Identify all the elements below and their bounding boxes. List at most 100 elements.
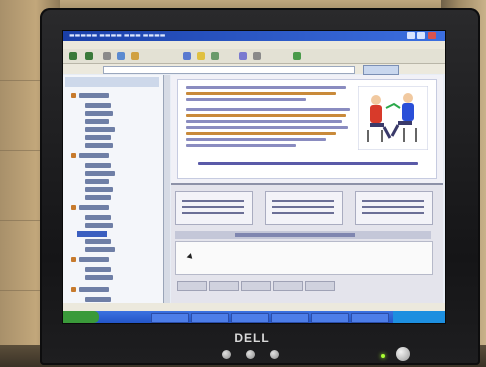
text-line <box>182 212 244 214</box>
text-line <box>182 206 244 208</box>
tree-item[interactable] <box>85 135 111 140</box>
favorites-icon[interactable] <box>197 52 205 60</box>
monitor-button[interactable] <box>222 350 231 359</box>
tree-item[interactable] <box>85 143 113 148</box>
address-bar <box>63 64 445 75</box>
tree-item[interactable] <box>85 195 111 200</box>
taskbar-item[interactable] <box>191 313 229 323</box>
nav-button[interactable] <box>241 281 271 291</box>
taskbar-item[interactable] <box>151 313 189 323</box>
power-led <box>381 354 385 358</box>
cursor-icon <box>186 253 195 261</box>
tree-item[interactable] <box>85 111 113 116</box>
menu-bar[interactable] <box>63 41 445 49</box>
minimize-icon[interactable] <box>407 32 415 39</box>
answer-box[interactable] <box>265 191 343 225</box>
tree-item[interactable] <box>85 247 115 252</box>
answer-box[interactable] <box>355 191 433 225</box>
text-line <box>186 120 342 123</box>
browser-title-bar: ▬▬▬▬▬ ▬▬▬▬ ▬▬▬ ▬▬▬▬ <box>63 31 445 41</box>
text-line <box>362 200 424 202</box>
text-line <box>186 126 348 129</box>
go-button[interactable] <box>363 65 399 75</box>
tree-item[interactable] <box>85 223 113 228</box>
sidebar-header <box>65 77 159 87</box>
folder-icon[interactable] <box>71 287 76 292</box>
tree-item[interactable] <box>79 93 109 98</box>
tree-item[interactable] <box>85 239 111 244</box>
exercise-panel <box>171 183 443 313</box>
tree-item[interactable] <box>79 153 109 158</box>
tree-item[interactable] <box>85 267 111 272</box>
folder-icon[interactable] <box>71 205 76 210</box>
tree-item[interactable] <box>85 297 111 302</box>
nav-button[interactable] <box>209 281 239 291</box>
work-area[interactable] <box>175 241 433 275</box>
taskbar-item[interactable] <box>271 313 309 323</box>
tree-item[interactable] <box>85 163 111 168</box>
forward-icon[interactable] <box>85 52 93 60</box>
tree-item[interactable] <box>85 215 111 220</box>
text-line <box>272 206 334 208</box>
print-icon[interactable] <box>253 52 261 60</box>
nav-button[interactable] <box>177 281 207 291</box>
browser-toolbar <box>63 49 445 64</box>
taskbar <box>63 311 445 323</box>
taskbar-item[interactable] <box>231 313 269 323</box>
tree-item[interactable] <box>85 275 113 280</box>
tree-item[interactable] <box>79 287 109 292</box>
folder-icon[interactable] <box>71 153 76 158</box>
address-input[interactable] <box>103 66 355 74</box>
lesson-panel <box>177 79 437 179</box>
monitor-button[interactable] <box>246 350 255 359</box>
status-bar <box>63 303 445 311</box>
answer-box[interactable] <box>175 191 253 225</box>
stop-icon[interactable] <box>103 52 111 60</box>
power-button-icon[interactable] <box>396 347 410 361</box>
text-line <box>362 212 424 214</box>
back-icon[interactable] <box>69 52 77 60</box>
text-line <box>186 98 306 101</box>
instruction-text <box>235 233 355 237</box>
text-line <box>186 86 346 89</box>
tree-item[interactable] <box>85 103 111 108</box>
search-icon[interactable] <box>183 52 191 60</box>
text-line <box>272 200 334 202</box>
taskbar-item[interactable] <box>311 313 349 323</box>
tree-item-selected[interactable] <box>77 231 107 237</box>
home-icon[interactable] <box>131 52 139 60</box>
tree-item[interactable] <box>85 179 109 184</box>
start-button[interactable] <box>63 311 99 323</box>
monitor-button[interactable] <box>270 350 279 359</box>
taskbar-item[interactable] <box>351 313 389 323</box>
instruction-bar <box>175 231 431 239</box>
text-line <box>272 212 334 214</box>
folder-icon[interactable] <box>71 257 76 262</box>
text-line <box>362 206 424 208</box>
sidebar-scrollbar[interactable] <box>164 75 170 311</box>
text-line <box>186 92 336 95</box>
tree-item[interactable] <box>85 119 109 124</box>
mail-icon[interactable] <box>239 52 247 60</box>
history-icon[interactable] <box>211 52 219 60</box>
text-line <box>186 132 336 135</box>
tree-item[interactable] <box>79 205 109 210</box>
text-line <box>186 114 346 117</box>
tree-item[interactable] <box>85 171 115 176</box>
refresh-icon[interactable] <box>117 52 125 60</box>
monitor-logo: DELL <box>234 331 270 345</box>
tree-item[interactable] <box>85 187 113 192</box>
sidebar-tree <box>63 75 165 311</box>
text-line <box>182 200 244 202</box>
tree-item[interactable] <box>79 257 109 262</box>
nav-button[interactable] <box>305 281 335 291</box>
tree-item[interactable] <box>85 127 115 132</box>
text-line <box>186 138 326 141</box>
folder-icon[interactable] <box>71 93 76 98</box>
nav-button[interactable] <box>273 281 303 291</box>
maximize-icon[interactable] <box>417 32 425 39</box>
main-content <box>171 75 443 313</box>
toolbar-icon[interactable] <box>293 52 301 60</box>
title-text-blur: ▬▬▬▬▬ ▬▬▬▬ ▬▬▬ ▬▬▬▬ <box>69 32 166 39</box>
close-icon[interactable] <box>428 32 436 39</box>
